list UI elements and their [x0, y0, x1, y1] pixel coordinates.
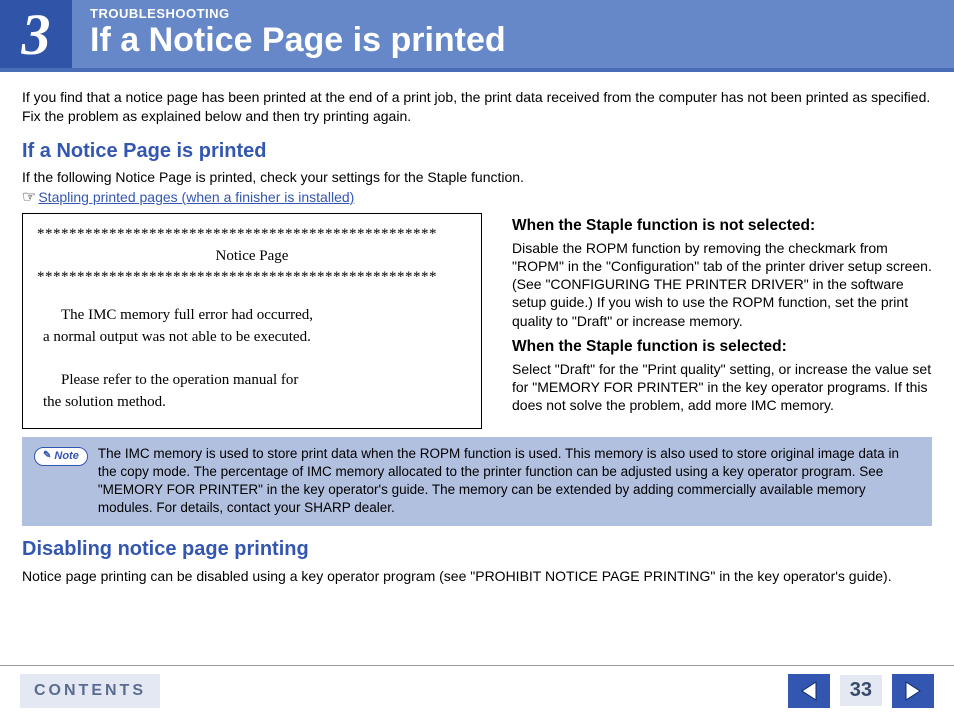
section-heading-notice: If a Notice Page is printed	[22, 140, 932, 163]
paragraph-selected: Select "Draft" for the "Print quality" s…	[512, 360, 932, 415]
pencil-icon: ✎	[43, 449, 51, 463]
note-badge: ✎Note	[34, 447, 88, 466]
link-row: ☞Stapling printed pages (when a finisher…	[22, 187, 932, 207]
page-title: If a Notice Page is printed	[90, 23, 506, 57]
page-number: 33	[840, 675, 882, 706]
notice-line1: The IMC memory full error had occurred,	[43, 305, 461, 327]
two-column-layout: ****************************************…	[22, 211, 932, 429]
footer-nav: 33	[788, 674, 934, 708]
header-text: TROUBLESHOOTING If a Notice Page is prin…	[72, 0, 524, 68]
next-page-button[interactable]	[892, 674, 934, 708]
right-column: When the Staple function is not selected…	[512, 211, 932, 429]
page-header: 3 TROUBLESHOOTING If a Notice Page is pr…	[0, 0, 954, 72]
subheading-not-selected: When the Staple function is not selected…	[512, 217, 932, 235]
disabling-paragraph: Notice page printing can be disabled usi…	[22, 567, 932, 585]
header-eyebrow: TROUBLESHOOTING	[90, 6, 506, 21]
content-area: If you find that a notice page has been …	[0, 72, 954, 585]
note-badge-text: Note	[54, 449, 78, 464]
notice-stars-bottom: ****************************************…	[37, 267, 467, 289]
stapling-link[interactable]: Stapling printed pages (when a finisher …	[38, 189, 354, 205]
pointer-icon: ☞	[22, 189, 36, 206]
subheading-selected: When the Staple function is selected:	[512, 338, 932, 356]
notice-page-example: ****************************************…	[22, 213, 482, 429]
intro-paragraph: If you find that a notice page has been …	[22, 88, 932, 126]
arrow-right-icon	[902, 680, 924, 702]
footer-bar: CONTENTS 33	[0, 665, 954, 715]
notice-title: Notice Page	[37, 246, 467, 268]
paragraph-not-selected: Disable the ROPM function by removing th…	[512, 239, 932, 330]
notice-line3: Please refer to the operation manual for	[43, 370, 461, 392]
note-text: The IMC memory is used to store print da…	[98, 445, 920, 518]
contents-button[interactable]: CONTENTS	[20, 674, 160, 708]
section-heading-disabling: Disabling notice page printing	[22, 538, 932, 561]
note-callout: ✎Note The IMC memory is used to store pr…	[22, 437, 932, 526]
arrow-left-icon	[798, 680, 820, 702]
section1-lead: If the following Notice Page is printed,…	[22, 169, 932, 185]
notice-body: The IMC memory full error had occurred, …	[37, 305, 467, 414]
notice-line2: a normal output was not able to be execu…	[43, 327, 461, 349]
left-column: ****************************************…	[22, 211, 482, 429]
notice-line4: the solution method.	[43, 392, 461, 414]
chapter-number: 3	[22, 1, 51, 68]
chapter-number-box: 3	[0, 0, 72, 68]
prev-page-button[interactable]	[788, 674, 830, 708]
notice-stars-top: ****************************************…	[37, 224, 467, 246]
